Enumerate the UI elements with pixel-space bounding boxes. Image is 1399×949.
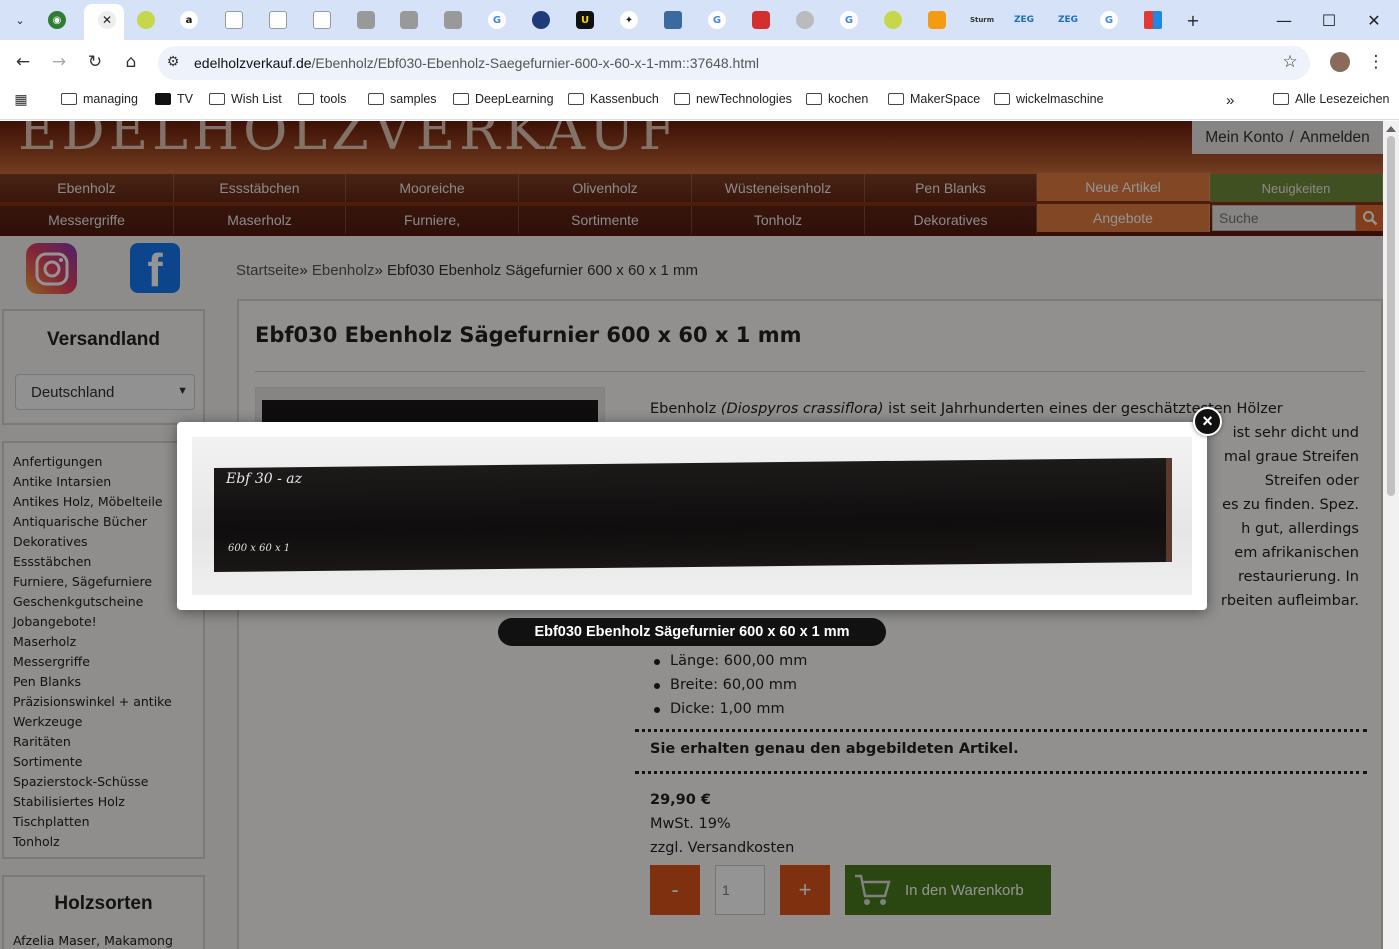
google-lens-icon[interactable]: ◉ [48,11,66,29]
forward-icon[interactable]: → [49,52,69,72]
tennis-ball-icon[interactable] [137,11,155,29]
sturm-icon[interactable]: Sturm [968,11,996,29]
grid-icon[interactable] [1144,11,1162,29]
url-path: /Ebenholz/Ebf030-Ebenholz-Saegefurnier-6… [311,55,759,71]
lego-icon[interactable] [752,11,770,29]
zeg-icon[interactable]: ZEG [1012,11,1036,29]
kebab-menu-icon[interactable]: ⋮ [1366,52,1386,72]
bookmark-label: newTechnologies [696,92,792,106]
blank-tab-icon[interactable] [225,11,243,29]
scroll-up-arrow-icon[interactable] [1386,126,1396,132]
folder-icon [209,93,225,105]
lightbox: Ebf 30 - az 600 x 60 x 1 [177,422,1207,610]
tab-search-button[interactable]: ⌄ [8,8,32,32]
google-icon[interactable]: G [1100,11,1118,29]
blank-tab-icon[interactable] [269,11,287,29]
google-icon[interactable]: G [708,11,726,29]
badge-icon[interactable] [444,11,462,29]
close-glyph: × [1202,411,1213,431]
home-icon[interactable]: ⌂ [121,52,141,72]
circle-icon[interactable] [796,11,814,29]
site-info-icon[interactable]: ⚙ [163,52,183,72]
badge-icon[interactable] [400,11,418,29]
bookmark-label: Kassenbuch [590,92,659,106]
u-badge-icon[interactable]: U [576,11,594,29]
bookmark-label: MakerSpace [910,92,981,106]
folder-icon [61,93,77,105]
bookmark-kochen[interactable]: kochen [806,92,868,106]
url-domain: edelholzverkauf.de [194,55,312,71]
amazon-icon[interactable]: a [180,11,198,29]
google-icon[interactable]: G [840,11,858,29]
zeg-text: ZEG [1057,15,1079,25]
zeg-text: ZEG [1013,15,1035,25]
blank-tab-icon[interactable] [313,11,331,29]
bookmark-kassenbuch[interactable]: Kassenbuch [568,92,659,106]
zeg-icon[interactable]: ZEG [1056,11,1080,29]
bookmark-managing[interactable]: managing [61,92,138,106]
maximize-icon[interactable]: ☐ [1317,8,1341,32]
folder-icon [298,93,314,105]
lightbox-caption: Ebf030 Ebenholz Sägefurnier 600 x 60 x 1… [498,618,886,646]
folder-icon [453,93,469,105]
bookmark-label: managing [83,92,138,106]
pattern-icon[interactable] [664,11,682,29]
folder-icon [994,93,1010,105]
bookmark-deeplearning[interactable]: DeepLearning [453,92,554,106]
folder-icon [674,93,690,105]
close-window-icon[interactable]: ✕ [1362,8,1386,32]
veneer-board [214,457,1172,573]
google-icon[interactable]: G [488,11,506,29]
bookmark-makerspace[interactable]: MakerSpace [888,92,980,106]
badge-icon[interactable] [357,11,375,29]
bookmark-label: kochen [828,92,869,106]
tv-icon [155,93,171,105]
bookmark-label: Wish List [231,92,282,106]
avatar[interactable] [1330,52,1350,72]
overflow-label: » [1226,92,1235,109]
apps-grid-icon[interactable]: ▦ [11,90,31,110]
ship-icon[interactable] [532,11,550,29]
all-bookmarks-button[interactable]: Alle Lesezeichen [1273,92,1390,106]
folder-icon [888,93,904,105]
bookmark-tv[interactable]: TV [155,92,193,106]
tab-close-icon[interactable]: ✕ [98,11,116,29]
bookmark-label: TV [177,92,193,106]
scrollbar-thumb[interactable] [1387,136,1395,496]
lightbox-close-icon[interactable]: × [1193,407,1222,436]
url-text[interactable]: edelholzverkauf.de/Ebenholz/Ebf030-Ebenh… [194,55,759,71]
sturm-text: Sturm [969,16,995,24]
bookmark-label: samples [390,92,437,106]
figure-icon[interactable]: ✦ [620,11,638,29]
bookmark-wish-list[interactable]: Wish List [209,92,282,106]
amazon-letter: a [185,14,193,26]
bookmark-samples[interactable]: samples [368,92,437,106]
bookmark-wickelmaschine[interactable]: wickelmaschine [994,92,1104,106]
orange-icon[interactable] [928,11,946,29]
bookmark-label: tools [320,92,347,106]
tennis-ball-icon[interactable] [884,11,902,29]
bookmarks-overflow-button[interactable]: » [1226,92,1234,109]
browser-tab-bar: ⌄ ◉ ✕ a G U ✦ G G Sturm ZEG ZEG G + — ☐ … [0,0,1399,40]
back-icon[interactable]: ← [13,52,33,72]
reload-icon[interactable]: ↻ [85,52,105,72]
bookmark-star-icon[interactable]: ☆ [1280,52,1300,72]
folder-icon [368,93,384,105]
new-tab-icon[interactable]: + [1181,8,1205,32]
chalk-mark-size: 600 x 60 x 1 [228,543,291,554]
minimize-icon[interactable]: — [1272,8,1296,32]
bookmark-label: DeepLearning [475,92,554,106]
lightbox-photo: Ebf 30 - az 600 x 60 x 1 [192,437,1192,595]
u-letter: U [580,14,590,26]
bookmark-newtechnologies[interactable]: newTechnologies [674,92,792,106]
bookmark-tools[interactable]: tools [298,92,346,106]
folder-icon [806,93,822,105]
all-bookmarks-label: Alle Lesezeichen [1295,92,1390,106]
folder-icon [568,93,584,105]
folder-icon [1273,93,1289,105]
bookmark-label: wickelmaschine [1016,92,1104,106]
chalk-mark-code: Ebf 30 - az [226,471,302,487]
